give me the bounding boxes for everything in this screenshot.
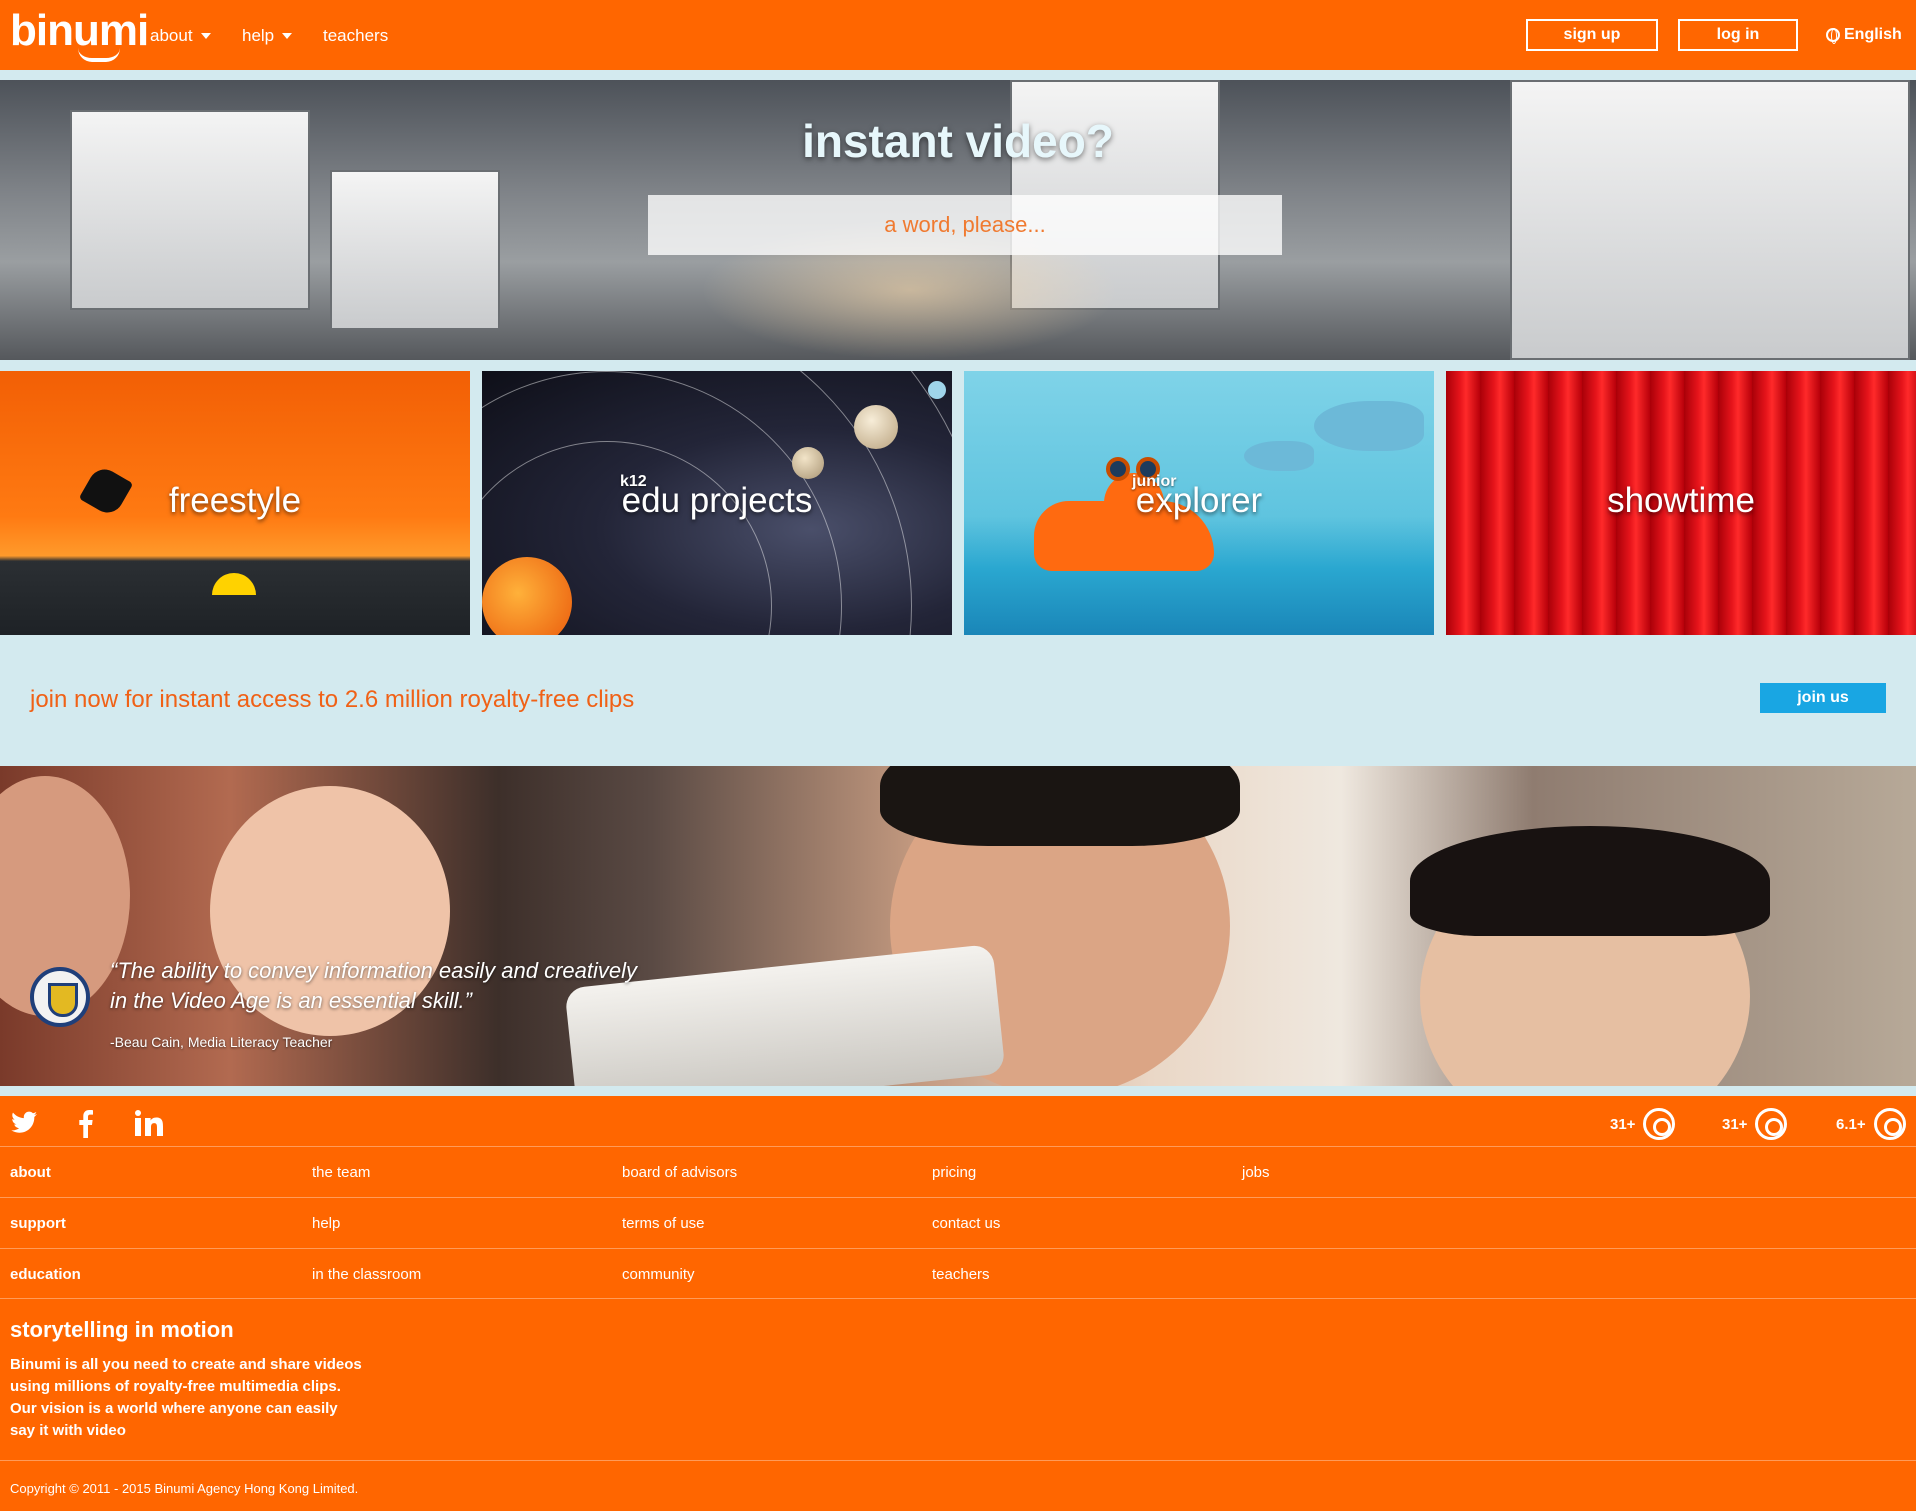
footer-link-support[interactable]: support	[10, 1215, 66, 1232]
nav-teachers[interactable]: teachers	[323, 26, 388, 46]
footer-link-about[interactable]: about	[10, 1164, 51, 1181]
tagline-title: storytelling in motion	[10, 1317, 234, 1342]
join-promo-text: join now for instant access to 2.6 milli…	[30, 686, 635, 713]
footer-divider	[0, 1460, 1916, 1461]
tagline-line: Our vision is a world where anyone can e…	[10, 1400, 338, 1417]
linkedin-icon[interactable]	[135, 1110, 163, 1143]
tile-freestyle[interactable]: freestyle	[0, 371, 470, 635]
top-navbar: binumi about help teachers sign up log i…	[0, 0, 1916, 70]
footer-link-education[interactable]: education	[10, 1266, 81, 1283]
quote-line-2: in the Video Age is an essential skill.”	[110, 988, 472, 1013]
tagline-line: say it with video	[10, 1422, 126, 1439]
copyright-text: Copyright © 2011 - 2015 Binumi Agency Ho…	[10, 1481, 359, 1496]
footer-link-contact-us[interactable]: contact us	[932, 1215, 1000, 1232]
safari-icon	[1873, 1108, 1906, 1140]
school-crest-icon	[30, 967, 90, 1027]
classroom-photo: “The ability to convey information easil…	[0, 766, 1916, 1086]
chevron-down-icon	[282, 33, 293, 39]
hero-banner: instant video?	[0, 80, 1916, 360]
footer-link-in-the-classroom[interactable]: in the classroom	[312, 1266, 421, 1283]
tile-edu-projects[interactable]: k12 edu projects	[482, 371, 952, 635]
browser-chrome: 31+	[1610, 1108, 1676, 1140]
tile-freestyle-label: freestyle	[168, 481, 302, 520]
whale-graphic	[1244, 441, 1314, 471]
submarine-window	[1106, 457, 1130, 481]
footer-row-support: support help terms of use contact us	[0, 1197, 1916, 1248]
sign-up-button[interactable]: sign up	[1526, 19, 1658, 51]
testimonial-author: -Beau Cain, Media Literacy Teacher	[110, 1034, 333, 1050]
tagline-line: using millions of royalty-free multimedi…	[10, 1378, 341, 1395]
globe-icon	[1826, 28, 1840, 44]
site-footer: 31+ 31+ 6.1+ about the team board of adv…	[0, 1096, 1916, 1511]
footer-link-help[interactable]: help	[312, 1215, 340, 1232]
logo-smile-mark	[78, 48, 120, 62]
tagline-line: Binumi is all you need to create and sha…	[10, 1356, 362, 1373]
nav-help-label: help	[242, 26, 275, 45]
search-input[interactable]	[648, 195, 1282, 255]
footer-row-about: about the team board of advisors pricing…	[0, 1146, 1916, 1197]
browser-chrome-version: 31+	[1610, 1115, 1636, 1133]
planet-graphic	[792, 447, 824, 479]
footer-link-pricing[interactable]: pricing	[932, 1164, 976, 1181]
whale-graphic	[1314, 401, 1424, 451]
hero-title: instant video?	[802, 115, 1114, 167]
footer-link-the-team[interactable]: the team	[312, 1164, 370, 1181]
browser-safari: 6.1+	[1836, 1108, 1906, 1140]
browser-firefox-version: 31+	[1722, 1115, 1748, 1133]
tile-edu-label: edu projects	[621, 481, 813, 520]
tile-junior-explorer[interactable]: junior explorer	[964, 371, 1434, 635]
browser-safari-version: 6.1+	[1836, 1115, 1866, 1133]
student-hair	[1410, 826, 1770, 936]
footer-link-board-of-advisors[interactable]: board of advisors	[622, 1164, 737, 1181]
footer-link-terms-of-use[interactable]: terms of use	[622, 1215, 705, 1232]
browser-firefox: 31+	[1722, 1108, 1788, 1140]
planet-graphic	[928, 381, 946, 399]
testimonial-quote: “The ability to convey information easil…	[110, 956, 637, 1016]
nav-help[interactable]: help	[242, 26, 293, 46]
firefox-icon	[1755, 1108, 1788, 1140]
nav-about-label: about	[150, 26, 193, 45]
twitter-icon[interactable]	[10, 1110, 38, 1142]
facebook-icon[interactable]	[78, 1110, 94, 1145]
tile-showtime-label: showtime	[1607, 481, 1755, 520]
student-hair	[880, 766, 1240, 846]
log-in-button[interactable]: log in	[1678, 19, 1798, 51]
footer-link-jobs[interactable]: jobs	[1242, 1164, 1270, 1181]
sunset-graphic	[212, 573, 256, 595]
tagline-body: Binumi is all you need to create and sha…	[10, 1354, 390, 1442]
tile-junior-label: explorer	[1135, 481, 1263, 520]
chevron-down-icon	[200, 33, 211, 39]
chrome-icon	[1643, 1108, 1676, 1140]
footer-link-teachers[interactable]: teachers	[932, 1266, 990, 1283]
footer-row-education: education in the classroom community tea…	[0, 1248, 1916, 1299]
hero-truck-mid	[330, 170, 500, 330]
nav-about[interactable]: about	[150, 26, 211, 46]
tile-showtime[interactable]: showtime	[1446, 371, 1916, 635]
join-us-button[interactable]: join us	[1760, 683, 1886, 713]
language-selector[interactable]: English	[1826, 26, 1902, 44]
quote-line-1: “The ability to convey information easil…	[110, 958, 638, 983]
nav-teachers-label: teachers	[323, 26, 389, 45]
footer-link-community[interactable]: community	[622, 1266, 695, 1283]
planet-graphic	[854, 405, 898, 449]
language-label: English	[1844, 26, 1902, 43]
